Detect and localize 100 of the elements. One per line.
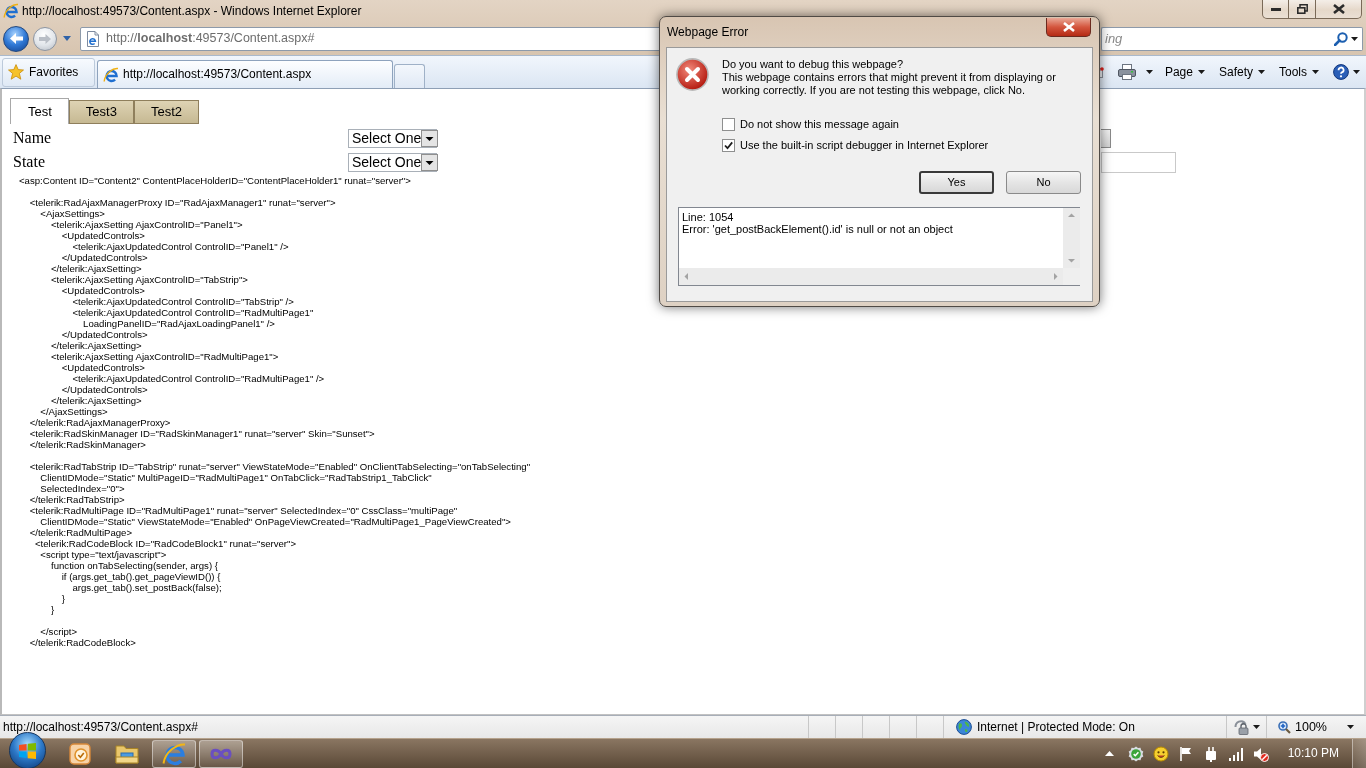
menu-button[interactable]: Tools bbox=[1276, 62, 1322, 82]
code-line: LoadingPanelID="RadAjaxLoadingPanel1" /> bbox=[83, 318, 275, 329]
checkbox-label: Use the built-in script debugger in Internet Explorer bbox=[740, 138, 989, 153]
code-line: </telerik:RadMultiPage> bbox=[29, 527, 133, 538]
show-hidden-icons-button[interactable] bbox=[1102, 749, 1116, 758]
dialog-title: Webpage Error bbox=[667, 25, 749, 40]
tab[interactable]: Test3 bbox=[68, 100, 134, 124]
code-line: <script type="text/javascript"> bbox=[40, 549, 167, 560]
caret-icon bbox=[1253, 725, 1260, 729]
code-line: </UpdatedControls> bbox=[61, 252, 148, 263]
menu-button[interactable]: Page bbox=[1161, 62, 1208, 82]
code-line: </UpdatedControls> bbox=[61, 329, 148, 340]
menu-button[interactable]: Safety bbox=[1215, 62, 1268, 82]
close-button[interactable] bbox=[1046, 18, 1091, 37]
minimize-button[interactable] bbox=[1262, 0, 1289, 19]
browser-tab[interactable]: http://localhost:49573/Content.aspx bbox=[97, 60, 393, 88]
code-line: </telerik:AjaxSetting> bbox=[51, 340, 142, 351]
arrow-right-icon bbox=[39, 33, 51, 44]
code-line: <telerik:RadTabStrip ID="TabStrip" runat="server" ViewStateMode="Enabled" OnClientTabSelecting="onTabSelecting" bbox=[29, 461, 531, 472]
taskbar-button[interactable] bbox=[152, 739, 196, 768]
smiley-icon[interactable] bbox=[1152, 745, 1169, 762]
code-line: <AjaxSettings> bbox=[40, 208, 105, 219]
code-line: </telerik:RadSkinManager> bbox=[29, 439, 146, 450]
code-line: ClientIDMode="Static" MultiPageID="RadMultiPage1" OnTabClick="RadTabStrip1_TabClick" bbox=[40, 472, 432, 483]
caret-icon bbox=[1197, 70, 1205, 74]
field-label: Name bbox=[13, 128, 53, 148]
error-details-field[interactable]: Line: 1054 Error: 'get_postBackElement().id' is null or not an object bbox=[678, 207, 1080, 286]
code-line: </script> bbox=[40, 626, 78, 637]
code-line: <UpdatedControls> bbox=[61, 362, 145, 373]
zoom-button[interactable]: 100% bbox=[1276, 719, 1356, 735]
text-field[interactable] bbox=[1101, 151, 1176, 173]
code-line: <telerik:RadMultiPage ID="RadMultiPage1" runat="server" SelectedIndex="0" CssClass="multiPage" bbox=[29, 505, 458, 516]
close-button[interactable] bbox=[1316, 0, 1362, 19]
field-label: State bbox=[13, 152, 46, 172]
dialog-button[interactable]: Yes bbox=[919, 171, 994, 194]
start-button[interactable] bbox=[9, 732, 46, 768]
error-details-text: Line: 1054 Error: 'get_postBackElement().id' is null or not an object bbox=[681, 210, 953, 235]
tab[interactable]: Test bbox=[10, 98, 69, 124]
code-line: } bbox=[51, 604, 55, 615]
error-icon bbox=[676, 58, 709, 91]
close-icon bbox=[1332, 4, 1345, 14]
zone-status-text: Internet | Protected Mode: On bbox=[977, 719, 1135, 735]
show-desktop-button[interactable] bbox=[1352, 738, 1366, 768]
clock-text: 10:10 PM bbox=[1287, 746, 1339, 761]
restore-button[interactable] bbox=[1289, 0, 1316, 19]
code-line: <telerik:AjaxUpdatedControl ControlID="Panel1" /> bbox=[72, 241, 289, 252]
lock-icon bbox=[1233, 719, 1249, 735]
caret-icon bbox=[1312, 70, 1319, 74]
dialog-question: Do you want to debug this webpage? bbox=[722, 58, 904, 71]
code-line: </telerik:RadTabStrip> bbox=[29, 494, 125, 505]
speaker-muted-icon[interactable] bbox=[1252, 745, 1269, 762]
code-line: <UpdatedControls> bbox=[61, 230, 145, 241]
code-line: </telerik:RadAjaxManagerProxy> bbox=[29, 417, 171, 428]
code-line: <telerik:AjaxUpdatedControl ControlID="TabStrip" /> bbox=[72, 296, 294, 307]
dropdown[interactable]: Select One bbox=[348, 128, 437, 148]
check-badge-icon[interactable] bbox=[1127, 745, 1144, 762]
code-line: <telerik:AjaxSetting AjaxControlID="RadMultiPage1"> bbox=[51, 351, 279, 362]
vertical-scrollbar[interactable] bbox=[1063, 208, 1080, 268]
favorites-button[interactable]: Favorites bbox=[2, 57, 95, 87]
code-line: <UpdatedControls> bbox=[61, 285, 145, 296]
checkbox-label: Do not show this message again bbox=[740, 117, 899, 132]
code-line: if (args.get_tab().get_pageViewID()) { bbox=[61, 571, 221, 582]
code-line: </telerik:AjaxSetting> bbox=[51, 263, 142, 274]
signal-bars-icon[interactable] bbox=[1227, 745, 1244, 762]
star-icon bbox=[8, 64, 24, 80]
code-line: </AjaxSettings> bbox=[40, 406, 108, 417]
taskbar-button[interactable] bbox=[199, 739, 243, 768]
checkbox[interactable] bbox=[722, 139, 735, 152]
caret-up-icon bbox=[1104, 751, 1114, 756]
minimize-icon bbox=[1270, 7, 1281, 11]
tab[interactable]: Test2 bbox=[133, 100, 199, 124]
dialog-button[interactable]: No bbox=[1006, 171, 1081, 194]
globe-icon bbox=[956, 719, 972, 735]
code-line: <telerik:RadAjaxManagerProxy ID="RadAjaxManager1" runat="server"> bbox=[29, 197, 336, 208]
caret-icon bbox=[1353, 70, 1360, 74]
code-line: <telerik:AjaxSetting AjaxControlID="Panel1"> bbox=[51, 219, 243, 230]
caret-icon bbox=[63, 36, 71, 41]
caret-icon bbox=[1347, 725, 1354, 729]
code-line: </telerik:AjaxSetting> bbox=[51, 395, 142, 406]
flag-icon[interactable] bbox=[1177, 745, 1194, 762]
code-line: <telerik:RadCodeBlock ID="RadCodeBlock1" runat="server"> bbox=[35, 538, 297, 549]
code-line: function onTabSelecting(sender, args) { bbox=[51, 560, 218, 571]
e-logo-icon bbox=[162, 741, 186, 766]
zoom-icon bbox=[1278, 720, 1291, 734]
caret-icon bbox=[1258, 70, 1265, 74]
help-button[interactable] bbox=[1330, 62, 1363, 82]
dropdown-button[interactable] bbox=[1101, 128, 1111, 148]
scrollbar-corner bbox=[1063, 268, 1080, 285]
caret-icon bbox=[1145, 70, 1153, 74]
back-button[interactable] bbox=[3, 25, 29, 52]
arrow-left-icon bbox=[9, 33, 23, 44]
horizontal-scrollbar[interactable] bbox=[679, 268, 1063, 285]
dropdown[interactable]: Select One bbox=[348, 152, 437, 172]
note-icon bbox=[68, 741, 92, 766]
close-icon bbox=[1062, 22, 1075, 32]
status-text: http://localhost:49573/Content.aspx# bbox=[2, 719, 198, 735]
checkbox[interactable] bbox=[722, 118, 735, 131]
e-logo-icon bbox=[103, 66, 119, 83]
code-line: SelectedIndex="0"> bbox=[40, 483, 125, 494]
code-line: <telerik:AjaxUpdatedControl ControlID="RadMultiPage1" /> bbox=[72, 373, 325, 384]
